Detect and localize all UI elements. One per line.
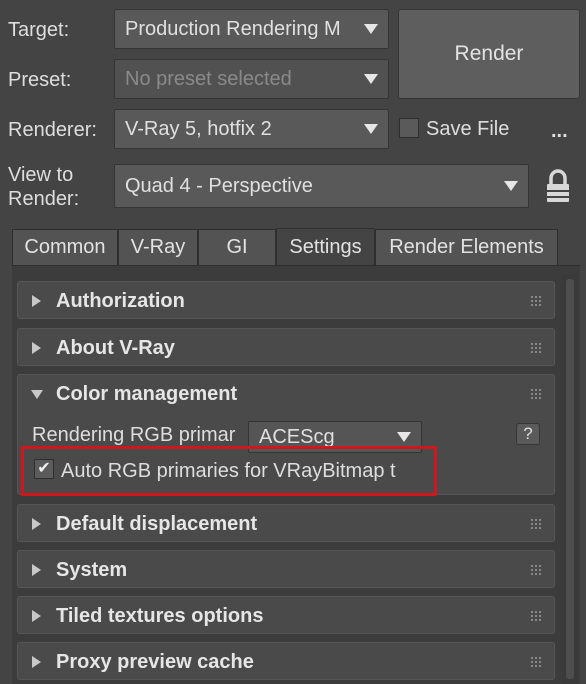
rollout-proxy-preview[interactable]: Proxy preview cache	[17, 642, 555, 680]
rollout-default-displacement[interactable]: Default displacement	[17, 504, 555, 542]
tab-label: GI	[226, 236, 248, 258]
drag-handle-icon[interactable]	[530, 518, 542, 530]
expand-arrow-icon	[32, 610, 41, 622]
expand-arrow-icon	[32, 564, 41, 576]
scrollbar-thumb[interactable]	[566, 279, 574, 679]
tab-vray[interactable]: V-Ray	[118, 229, 198, 265]
rgb-primaries-label: Rendering RGB primar	[32, 424, 236, 446]
collapse-arrow-icon[interactable]	[31, 390, 43, 399]
tab-label: Settings	[289, 236, 362, 258]
rollout-tiled-textures[interactable]: Tiled textures options	[17, 596, 555, 634]
rollout-title: Tiled textures options	[56, 605, 264, 627]
more-options-button[interactable]: ...	[551, 119, 568, 143]
target-value: Production Rendering M	[125, 18, 341, 40]
tab-label: V-Ray	[130, 236, 186, 258]
chevron-down-icon	[504, 181, 518, 191]
drag-handle-icon[interactable]	[530, 295, 542, 307]
view-value: Quad 4 - Perspective	[125, 175, 313, 197]
tab-label: Common	[24, 236, 106, 258]
chevron-down-icon	[364, 124, 378, 134]
rollout-title: Default displacement	[56, 513, 258, 535]
expand-arrow-icon	[32, 518, 41, 530]
save-file-label: Save File	[426, 118, 510, 140]
drag-handle-icon[interactable]	[530, 342, 542, 354]
rollout-title: Authorization	[56, 290, 185, 312]
chevron-down-icon	[397, 432, 411, 442]
target-dropdown[interactable]: Production Rendering M	[114, 9, 389, 49]
rollout-title: About V-Ray	[56, 337, 175, 359]
renderer-dropdown[interactable]: V-Ray 5, hotfix 2	[114, 109, 389, 149]
tab-render-elements[interactable]: Render Elements	[375, 229, 558, 265]
rollout-about-vray[interactable]: About V-Ray	[17, 328, 555, 366]
target-label: Target:	[8, 19, 70, 41]
render-button[interactable]: Render	[398, 9, 580, 99]
drag-handle-icon[interactable]	[530, 610, 542, 622]
rollout-title: Proxy preview cache	[56, 651, 254, 673]
tab-settings[interactable]: Settings	[276, 228, 375, 266]
expand-arrow-icon	[32, 295, 41, 307]
lock-icon[interactable]	[544, 168, 572, 204]
rollout-system[interactable]: System	[17, 550, 555, 588]
preset-label: Preset:	[8, 69, 72, 91]
drag-handle-icon[interactable]	[530, 656, 542, 668]
help-button[interactable]: ?	[516, 423, 540, 445]
rollout-title: System	[56, 559, 128, 581]
expand-arrow-icon	[32, 656, 41, 668]
preset-dropdown[interactable]: No preset selected	[114, 59, 389, 99]
expand-arrow-icon	[32, 342, 41, 354]
renderer-value: V-Ray 5, hotfix 2	[125, 118, 272, 140]
rollout-authorization[interactable]: Authorization	[17, 281, 555, 319]
scrollbar[interactable]	[562, 275, 578, 684]
view-dropdown[interactable]: Quad 4 - Perspective	[114, 164, 529, 208]
chevron-down-icon	[364, 74, 378, 84]
rollout-title[interactable]: Color management	[56, 382, 237, 406]
drag-handle-icon[interactable]	[530, 388, 542, 400]
view-label-line1: View to	[8, 164, 74, 186]
drag-handle-icon[interactable]	[530, 564, 542, 576]
view-label-line2: Render:	[8, 188, 80, 210]
highlight-box	[21, 446, 437, 496]
save-file-checkbox[interactable]	[399, 118, 419, 138]
tab-common[interactable]: Common	[12, 229, 118, 265]
tab-label: Render Elements	[389, 236, 544, 258]
preset-value: No preset selected	[125, 68, 292, 90]
renderer-label: Renderer:	[8, 119, 97, 141]
tab-gi[interactable]: GI	[198, 229, 276, 265]
chevron-down-icon	[364, 24, 378, 34]
